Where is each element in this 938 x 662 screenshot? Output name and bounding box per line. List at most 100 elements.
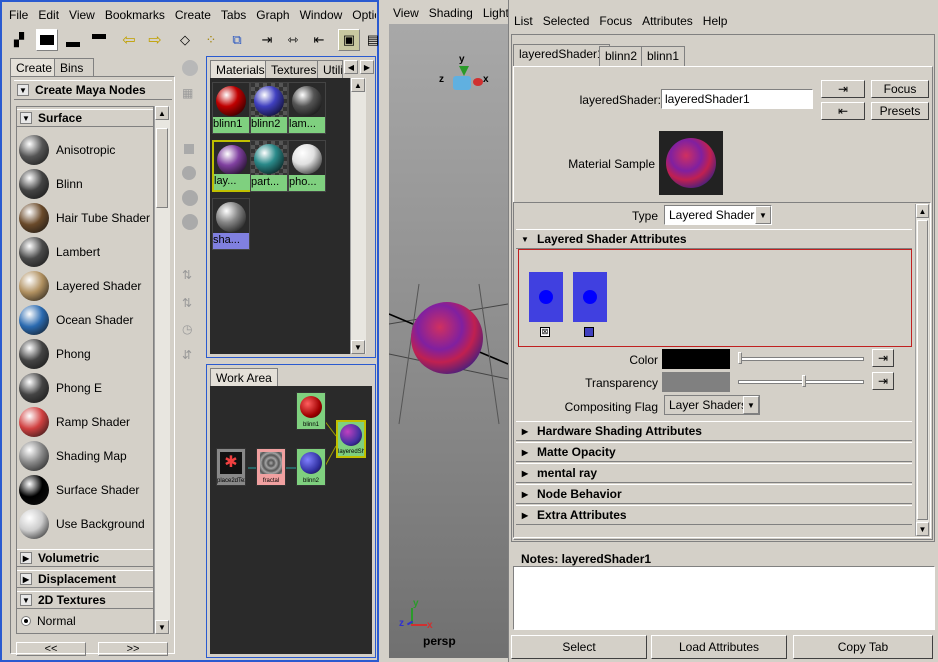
select-button[interactable]: Select xyxy=(511,635,647,659)
radio-normal[interactable]: Normal xyxy=(21,614,76,628)
surface-node-item[interactable]: Layered Shader xyxy=(19,269,141,303)
grid-view-icon[interactable]: ▦ xyxy=(182,86,198,102)
attr-section-2[interactable]: ▶ mental ray xyxy=(516,463,912,483)
layout-top-icon[interactable] xyxy=(36,29,58,51)
transparency-slider[interactable] xyxy=(738,380,864,384)
notes-field[interactable] xyxy=(513,566,935,630)
tab-bins[interactable]: Bins xyxy=(54,58,94,77)
tab-scroll-left-icon[interactable]: ◀ xyxy=(344,60,358,74)
attr-section-1[interactable]: ▶ Matte Opacity xyxy=(516,442,912,462)
sort-type-icon[interactable]: ⇅ xyxy=(182,296,192,310)
menu-graph[interactable]: Graph xyxy=(251,6,294,24)
menu-view[interactable]: View xyxy=(388,4,424,22)
sphere-object[interactable] xyxy=(411,302,483,374)
type-dropdown[interactable]: Layered Shader ▼ xyxy=(664,205,772,225)
viewport-canvas[interactable]: y z x y x z persp xyxy=(389,24,508,658)
tab-blinn1[interactable]: blinn1 xyxy=(641,46,686,66)
layout-icon[interactable]: ▞ xyxy=(8,29,30,51)
surface-node-item[interactable]: Ocean Shader xyxy=(19,303,133,337)
menu-window[interactable]: Window xyxy=(295,6,348,24)
menu-help[interactable]: Help xyxy=(698,12,733,30)
color-slider[interactable] xyxy=(738,357,864,361)
scroll-thumb[interactable] xyxy=(156,128,168,208)
scroll-up-icon[interactable]: ▲ xyxy=(916,204,929,218)
surface-node-item[interactable]: Ramp Shader xyxy=(19,405,130,439)
layer-remove-1-icon[interactable]: ⊠ xyxy=(540,327,550,337)
scroll-down-icon[interactable]: ▼ xyxy=(351,340,365,354)
shader-name-field[interactable]: layeredShader1 xyxy=(661,89,813,109)
tab-materials[interactable]: Materials xyxy=(210,60,271,79)
graph-node-blinn2[interactable]: blinn2 xyxy=(296,448,326,486)
material-thumbnail[interactable]: part... xyxy=(250,140,288,192)
menu-list[interactable]: List xyxy=(509,12,538,30)
eraser-icon[interactable]: ◇ xyxy=(174,29,196,51)
tab-utilities[interactable]: Utili xyxy=(317,60,343,79)
scroll-up-icon[interactable]: ▲ xyxy=(155,106,169,120)
toggle-a-icon[interactable]: ▣ xyxy=(338,29,360,51)
menu-shading[interactable]: Shading xyxy=(424,4,478,22)
scroll-down-icon[interactable]: ▼ xyxy=(916,522,929,536)
focus-button[interactable]: Focus xyxy=(871,80,929,98)
presets-button[interactable]: Presets xyxy=(871,102,929,120)
menu-tabs[interactable]: Tabs xyxy=(216,6,251,24)
surface-node-item[interactable]: Lambert xyxy=(19,235,100,269)
medium-swatch-icon[interactable] xyxy=(182,166,196,180)
focus-output-button[interactable]: ⇤ xyxy=(821,102,865,120)
tab-layered-shader1[interactable]: layeredShader1 xyxy=(513,44,610,66)
arrow-left-icon[interactable]: ⇦ xyxy=(118,29,140,51)
tab-textures[interactable]: Textures xyxy=(265,60,323,79)
toggle-b-icon[interactable]: ▤ xyxy=(362,29,384,51)
surface-node-item[interactable]: Blinn xyxy=(19,167,83,201)
create-maya-nodes-header[interactable]: ▼ Create Maya Nodes xyxy=(14,80,172,100)
sort-time-icon[interactable]: ◷ xyxy=(182,322,192,336)
copy-tab-button[interactable]: Copy Tab xyxy=(793,635,933,659)
scroll-down-icon[interactable]: ▼ xyxy=(155,620,169,634)
scroll-thumb[interactable] xyxy=(917,220,928,520)
view-cube-icon[interactable]: y z x xyxy=(439,54,489,104)
output-connections-icon[interactable]: ⇤ xyxy=(308,29,330,51)
menu-lighting[interactable]: Lightin xyxy=(478,4,508,22)
graph-icon[interactable]: ⧉ xyxy=(226,29,248,51)
transparency-swatch[interactable] xyxy=(662,372,730,392)
menu-create[interactable]: Create xyxy=(170,6,216,24)
sort-name-icon[interactable]: ⇅ xyxy=(182,268,192,282)
menu-bookmarks[interactable]: Bookmarks xyxy=(100,6,170,24)
displacement-section[interactable]: ▶ Displacement xyxy=(17,570,153,588)
volumetric-section[interactable]: ▶ Volumetric xyxy=(17,549,153,567)
scroll-left-button[interactable]: << xyxy=(16,642,86,656)
menu-view[interactable]: View xyxy=(64,6,100,24)
layered-shader-attributes-section[interactable]: ▼ Layered Shader Attributes xyxy=(516,229,912,249)
io-connections-icon[interactable]: ⇿ xyxy=(282,29,304,51)
layout-bottom-icon[interactable] xyxy=(62,29,84,51)
menu-selected[interactable]: Selected xyxy=(538,12,595,30)
surface-node-item[interactable]: Hair Tube Shader xyxy=(19,201,150,235)
material-thumbnail[interactable]: sha... xyxy=(212,198,250,250)
compositing-flag-dropdown[interactable]: Layer Shaders ▼ xyxy=(664,395,760,415)
input-connections-icon[interactable]: ⇥ xyxy=(256,29,278,51)
sort-reverse-icon[interactable]: ⇵ xyxy=(182,348,192,362)
materials-scrollbar[interactable]: ▲ ▼ xyxy=(350,78,366,354)
surface-node-item[interactable]: Surface Shader xyxy=(19,473,139,507)
menu-focus[interactable]: Focus xyxy=(594,12,637,30)
color-slider-handle[interactable] xyxy=(738,352,742,364)
load-attributes-button[interactable]: Load Attributes xyxy=(651,635,787,659)
surface-node-item[interactable]: Phong E xyxy=(19,371,102,405)
scroll-right-button[interactable]: >> xyxy=(98,642,168,656)
surface-node-item[interactable]: Shading Map xyxy=(19,439,127,473)
layer-remove-2-icon[interactable] xyxy=(584,327,594,337)
scroll-up-icon[interactable]: ▲ xyxy=(351,78,365,92)
layout-top-only-icon[interactable] xyxy=(88,29,110,51)
transparency-slider-handle[interactable] xyxy=(802,375,806,387)
surface-node-item[interactable]: Use Background xyxy=(19,507,145,541)
arrow-right-icon[interactable]: ⇨ xyxy=(144,29,166,51)
tab-work-area[interactable]: Work Area xyxy=(210,368,278,387)
menu-file[interactable]: File xyxy=(4,6,33,24)
material-thumbnail[interactable]: lay... xyxy=(212,140,250,192)
surface-section[interactable]: ▼ Surface xyxy=(17,109,153,127)
graph-node-place2d[interactable]: ✱ place2dTex xyxy=(216,448,246,486)
tab-blinn2[interactable]: blinn2 xyxy=(599,46,644,66)
graph-node-fractal[interactable]: fractal xyxy=(256,448,286,486)
tab-scroll-right-icon[interactable]: ▶ xyxy=(360,60,374,74)
node-list-scrollbar[interactable]: ▲ ▼ xyxy=(154,106,170,634)
material-thumbnail[interactable]: pho... xyxy=(288,140,326,192)
